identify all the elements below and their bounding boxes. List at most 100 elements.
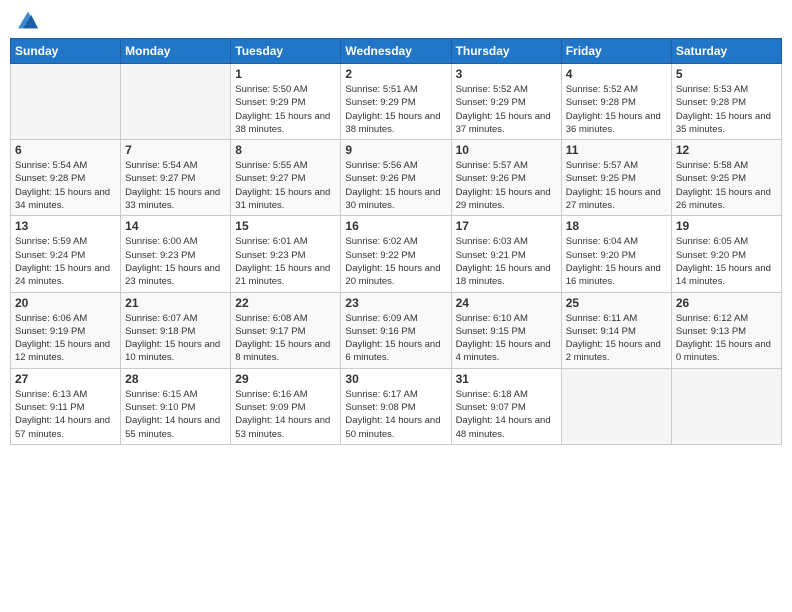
day-number: 31 (456, 372, 557, 386)
day-info: Sunrise: 6:13 AMSunset: 9:11 PMDaylight:… (15, 388, 116, 441)
calendar-cell: 12 Sunrise: 5:58 AMSunset: 9:25 PMDayligh… (671, 140, 781, 216)
day-number: 13 (15, 219, 116, 233)
day-number: 15 (235, 219, 336, 233)
calendar-cell: 24 Sunrise: 6:10 AMSunset: 9:15 PMDayligh… (451, 292, 561, 368)
calendar-cell: 30Sunrise: 6:17 AMSunset: 9:08 PMDayligh… (341, 368, 451, 444)
calendar-cell: 17 Sunrise: 6:03 AMSunset: 9:21 PMDayligh… (451, 216, 561, 292)
day-number: 10 (456, 143, 557, 157)
calendar-cell: 25 Sunrise: 6:11 AMSunset: 9:14 PMDayligh… (561, 292, 671, 368)
logo-icon (18, 10, 38, 30)
calendar-cell (671, 368, 781, 444)
day-number: 5 (676, 67, 777, 81)
calendar-cell: 29 Sunrise: 6:16 AMSunset: 9:09 PMDayligh… (231, 368, 341, 444)
calendar-cell: 27 Sunrise: 6:13 AMSunset: 9:11 PMDayligh… (11, 368, 121, 444)
calendar-cell: 14 Sunrise: 6:00 AMSunset: 9:23 PMDayligh… (121, 216, 231, 292)
day-info: Sunrise: 5:50 AMSunset: 9:29 PMDaylight:… (235, 83, 336, 136)
calendar-cell: 4 Sunrise: 5:52 AMSunset: 9:28 PMDaylight… (561, 64, 671, 140)
day-number: 30 (345, 372, 446, 386)
page-header (10, 10, 782, 30)
day-info: Sunrise: 6:16 AMSunset: 9:09 PMDaylight:… (235, 388, 336, 441)
calendar-table: SundayMondayTuesdayWednesdayThursdayFrid… (10, 38, 782, 445)
day-number: 28 (125, 372, 226, 386)
calendar-cell: 1 Sunrise: 5:50 AMSunset: 9:29 PMDaylight… (231, 64, 341, 140)
day-info: Sunrise: 6:09 AMSunset: 9:16 PMDaylight:… (345, 312, 446, 365)
day-number: 3 (456, 67, 557, 81)
day-number: 27 (15, 372, 116, 386)
calendar-cell: 2 Sunrise: 5:51 AMSunset: 9:29 PMDaylight… (341, 64, 451, 140)
day-info: Sunrise: 5:52 AMSunset: 9:28 PMDaylight:… (566, 83, 667, 136)
calendar-cell: 19Sunrise: 6:05 AMSunset: 9:20 PMDayligh… (671, 216, 781, 292)
day-info: Sunrise: 6:03 AMSunset: 9:21 PMDaylight:… (456, 235, 557, 288)
calendar-week-row: 1 Sunrise: 5:50 AMSunset: 9:29 PMDaylight… (11, 64, 782, 140)
calendar-cell: 18Sunrise: 6:04 AMSunset: 9:20 PMDayligh… (561, 216, 671, 292)
day-number: 21 (125, 296, 226, 310)
day-number: 22 (235, 296, 336, 310)
day-number: 4 (566, 67, 667, 81)
day-number: 11 (566, 143, 667, 157)
calendar-cell: 26 Sunrise: 6:12 AMSunset: 9:13 PMDayligh… (671, 292, 781, 368)
calendar-cell: 22 Sunrise: 6:08 AMSunset: 9:17 PMDayligh… (231, 292, 341, 368)
day-info: Sunrise: 5:51 AMSunset: 9:29 PMDaylight:… (345, 83, 446, 136)
calendar-week-row: 27 Sunrise: 6:13 AMSunset: 9:11 PMDayligh… (11, 368, 782, 444)
day-number: 25 (566, 296, 667, 310)
weekday-header: Saturday (671, 39, 781, 64)
calendar-cell: 3 Sunrise: 5:52 AMSunset: 9:29 PMDaylight… (451, 64, 561, 140)
day-number: 23 (345, 296, 446, 310)
day-number: 26 (676, 296, 777, 310)
day-number: 16 (345, 219, 446, 233)
day-info: Sunrise: 6:18 AMSunset: 9:07 PMDaylight:… (456, 388, 557, 441)
day-number: 2 (345, 67, 446, 81)
calendar-week-row: 6Sunrise: 5:54 AMSunset: 9:28 PMDaylight… (11, 140, 782, 216)
calendar-cell: 28Sunrise: 6:15 AMSunset: 9:10 PMDayligh… (121, 368, 231, 444)
calendar-cell (561, 368, 671, 444)
day-info: Sunrise: 6:05 AMSunset: 9:20 PMDaylight:… (676, 235, 777, 288)
day-number: 20 (15, 296, 116, 310)
day-info: Sunrise: 6:08 AMSunset: 9:17 PMDaylight:… (235, 312, 336, 365)
day-info: Sunrise: 6:06 AMSunset: 9:19 PMDaylight:… (15, 312, 116, 365)
day-number: 29 (235, 372, 336, 386)
day-info: Sunrise: 5:53 AMSunset: 9:28 PMDaylight:… (676, 83, 777, 136)
day-info: Sunrise: 5:54 AMSunset: 9:28 PMDaylight:… (15, 159, 116, 212)
day-info: Sunrise: 6:11 AMSunset: 9:14 PMDaylight:… (566, 312, 667, 365)
day-info: Sunrise: 5:55 AMSunset: 9:27 PMDaylight:… (235, 159, 336, 212)
day-number: 24 (456, 296, 557, 310)
weekday-header: Tuesday (231, 39, 341, 64)
day-info: Sunrise: 6:07 AMSunset: 9:18 PMDaylight:… (125, 312, 226, 365)
day-info: Sunrise: 5:59 AMSunset: 9:24 PMDaylight:… (15, 235, 116, 288)
day-number: 8 (235, 143, 336, 157)
calendar-cell: 31 Sunrise: 6:18 AMSunset: 9:07 PMDayligh… (451, 368, 561, 444)
calendar-cell (11, 64, 121, 140)
calendar-cell: 16 Sunrise: 6:02 AMSunset: 9:22 PMDayligh… (341, 216, 451, 292)
day-info: Sunrise: 5:57 AMSunset: 9:26 PMDaylight:… (456, 159, 557, 212)
day-info: Sunrise: 6:02 AMSunset: 9:22 PMDaylight:… (345, 235, 446, 288)
day-info: Sunrise: 5:56 AMSunset: 9:26 PMDaylight:… (345, 159, 446, 212)
day-info: Sunrise: 6:10 AMSunset: 9:15 PMDaylight:… (456, 312, 557, 365)
calendar-cell: 9Sunrise: 5:56 AMSunset: 9:26 PMDaylight… (341, 140, 451, 216)
calendar-cell: 7Sunrise: 5:54 AMSunset: 9:27 PMDaylight… (121, 140, 231, 216)
day-number: 17 (456, 219, 557, 233)
calendar-cell: 21 Sunrise: 6:07 AMSunset: 9:18 PMDayligh… (121, 292, 231, 368)
day-info: Sunrise: 5:52 AMSunset: 9:29 PMDaylight:… (456, 83, 557, 136)
day-info: Sunrise: 5:57 AMSunset: 9:25 PMDaylight:… (566, 159, 667, 212)
day-info: Sunrise: 6:00 AMSunset: 9:23 PMDaylight:… (125, 235, 226, 288)
day-info: Sunrise: 5:58 AMSunset: 9:25 PMDaylight:… (676, 159, 777, 212)
calendar-cell: 15 Sunrise: 6:01 AMSunset: 9:23 PMDayligh… (231, 216, 341, 292)
calendar-cell (121, 64, 231, 140)
weekday-header: Friday (561, 39, 671, 64)
calendar-week-row: 20 Sunrise: 6:06 AMSunset: 9:19 PMDayligh… (11, 292, 782, 368)
day-number: 1 (235, 67, 336, 81)
calendar-cell: 23 Sunrise: 6:09 AMSunset: 9:16 PMDayligh… (341, 292, 451, 368)
calendar-cell: 8 Sunrise: 5:55 AMSunset: 9:27 PMDaylight… (231, 140, 341, 216)
calendar-cell: 5 Sunrise: 5:53 AMSunset: 9:28 PMDaylight… (671, 64, 781, 140)
day-info: Sunrise: 6:01 AMSunset: 9:23 PMDaylight:… (235, 235, 336, 288)
day-number: 7 (125, 143, 226, 157)
calendar-week-row: 13 Sunrise: 5:59 AMSunset: 9:24 PMDayligh… (11, 216, 782, 292)
calendar-cell: 10 Sunrise: 5:57 AMSunset: 9:26 PMDayligh… (451, 140, 561, 216)
calendar-cell: 20 Sunrise: 6:06 AMSunset: 9:19 PMDayligh… (11, 292, 121, 368)
weekday-header: Wednesday (341, 39, 451, 64)
day-number: 14 (125, 219, 226, 233)
day-number: 12 (676, 143, 777, 157)
weekday-header: Thursday (451, 39, 561, 64)
day-info: Sunrise: 6:12 AMSunset: 9:13 PMDaylight:… (676, 312, 777, 365)
calendar-cell: 13 Sunrise: 5:59 AMSunset: 9:24 PMDayligh… (11, 216, 121, 292)
